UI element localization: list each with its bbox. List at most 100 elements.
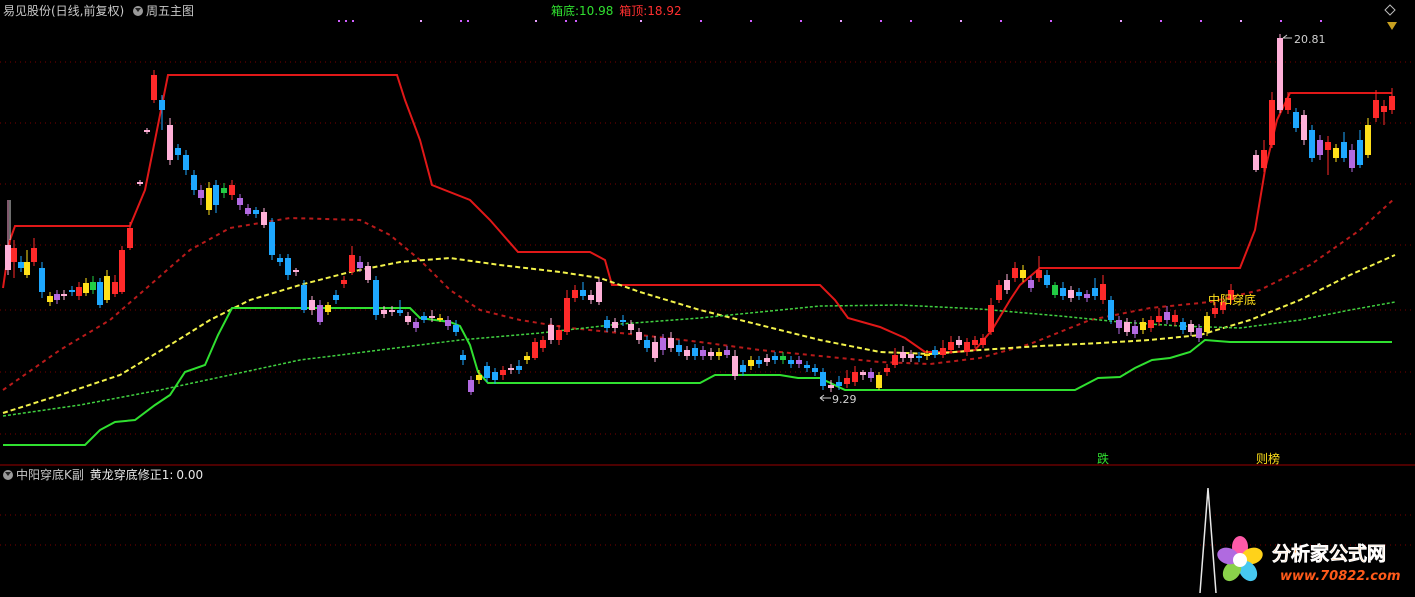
candle bbox=[1373, 90, 1379, 122]
candle bbox=[24, 250, 30, 278]
candle bbox=[508, 364, 514, 374]
candle bbox=[1253, 150, 1259, 172]
candle-body bbox=[1341, 142, 1347, 158]
candle-body bbox=[1012, 268, 1018, 278]
candle-body bbox=[1004, 280, 1010, 290]
candle bbox=[1140, 318, 1146, 334]
candle-body bbox=[620, 320, 626, 322]
candle bbox=[1004, 274, 1010, 294]
diamond-icon[interactable] bbox=[1384, 4, 1396, 16]
candle bbox=[612, 318, 618, 332]
candle bbox=[1148, 316, 1154, 332]
candle-body bbox=[183, 155, 189, 170]
indicator-name[interactable]: 周五主图 bbox=[146, 4, 194, 18]
candle bbox=[1084, 290, 1090, 302]
candle bbox=[1052, 282, 1058, 298]
signal-dot bbox=[750, 20, 752, 22]
candle bbox=[1349, 144, 1355, 172]
candle-body bbox=[39, 268, 45, 292]
candle bbox=[604, 316, 610, 332]
candle-body bbox=[277, 258, 283, 262]
candle-body bbox=[524, 356, 530, 360]
candle-body bbox=[83, 283, 89, 293]
candle-body bbox=[1084, 294, 1090, 298]
candle-body bbox=[1293, 112, 1299, 128]
candle-body bbox=[1076, 292, 1082, 296]
candle-body bbox=[24, 262, 30, 275]
candle-body bbox=[1317, 140, 1323, 155]
main-header: 易见股份(日线,前复权) 周五主图 bbox=[3, 3, 194, 19]
candle bbox=[684, 346, 690, 360]
signal-dot bbox=[700, 20, 702, 22]
kline-chart[interactable]: 20.81 9.29 中阳穿底 跌 则榜 bbox=[0, 0, 1415, 593]
dropdown-icon[interactable] bbox=[133, 6, 144, 16]
signal-dot bbox=[338, 20, 340, 22]
candle bbox=[1261, 140, 1267, 172]
candle-body bbox=[191, 175, 197, 190]
candle-body bbox=[1180, 322, 1186, 330]
signal-dot bbox=[1280, 20, 1282, 22]
candle bbox=[183, 150, 189, 175]
candle bbox=[1164, 306, 1170, 324]
candle-body bbox=[349, 255, 355, 272]
candle-body bbox=[844, 378, 850, 384]
candle bbox=[1076, 288, 1082, 300]
candle bbox=[780, 352, 786, 364]
candle-body bbox=[373, 280, 379, 315]
signal-dot bbox=[535, 20, 537, 22]
candle bbox=[884, 364, 890, 376]
candle bbox=[996, 280, 1002, 303]
candle-body bbox=[1253, 155, 1259, 170]
candle-body bbox=[684, 350, 690, 356]
candle-body bbox=[916, 356, 922, 358]
candle-body bbox=[1060, 288, 1066, 296]
signal-dot bbox=[1120, 20, 1122, 22]
triangle-down-icon[interactable] bbox=[1387, 22, 1397, 30]
candle bbox=[700, 346, 706, 360]
signal-dot bbox=[1240, 20, 1242, 22]
candle-body bbox=[1365, 125, 1371, 155]
candle bbox=[61, 290, 67, 300]
ma-red-dashed bbox=[2, 197, 1396, 391]
candle-body bbox=[852, 372, 858, 382]
candle-body bbox=[429, 316, 435, 318]
candle bbox=[445, 316, 451, 330]
candle-body bbox=[588, 295, 594, 300]
candle bbox=[18, 256, 24, 272]
candle bbox=[564, 290, 570, 335]
candle-body bbox=[175, 148, 181, 155]
candle bbox=[988, 298, 994, 335]
signal-dot bbox=[910, 20, 912, 22]
candle-body bbox=[11, 248, 17, 262]
candle bbox=[1092, 278, 1098, 300]
candle bbox=[732, 350, 738, 380]
candle bbox=[317, 300, 323, 325]
candle bbox=[556, 325, 562, 345]
candle-body bbox=[516, 366, 522, 370]
candle-body bbox=[301, 285, 307, 310]
candlesticks bbox=[5, 34, 1395, 395]
candle-body bbox=[381, 310, 387, 314]
dropdown-icon[interactable] bbox=[3, 470, 13, 480]
candle bbox=[47, 292, 53, 306]
candle-body bbox=[788, 360, 794, 364]
candle-body bbox=[692, 348, 698, 356]
candle-body bbox=[828, 385, 834, 388]
candle-body bbox=[796, 360, 802, 364]
candle bbox=[788, 356, 794, 368]
candle-body bbox=[924, 354, 930, 356]
candle-body bbox=[213, 185, 219, 205]
candle-body bbox=[198, 190, 204, 198]
candle-body bbox=[940, 348, 946, 355]
candle-body bbox=[956, 340, 962, 345]
candle-body bbox=[892, 355, 898, 365]
candle bbox=[1285, 92, 1291, 114]
candle bbox=[516, 360, 522, 374]
signal-dot bbox=[467, 20, 469, 22]
candle-body bbox=[97, 282, 103, 305]
candle bbox=[341, 276, 347, 288]
sub-indicator-name[interactable]: 中阳穿底K副 bbox=[16, 468, 84, 482]
candle-body bbox=[61, 294, 67, 296]
candle bbox=[325, 302, 331, 315]
low-annotation: 9.29 bbox=[819, 393, 857, 406]
